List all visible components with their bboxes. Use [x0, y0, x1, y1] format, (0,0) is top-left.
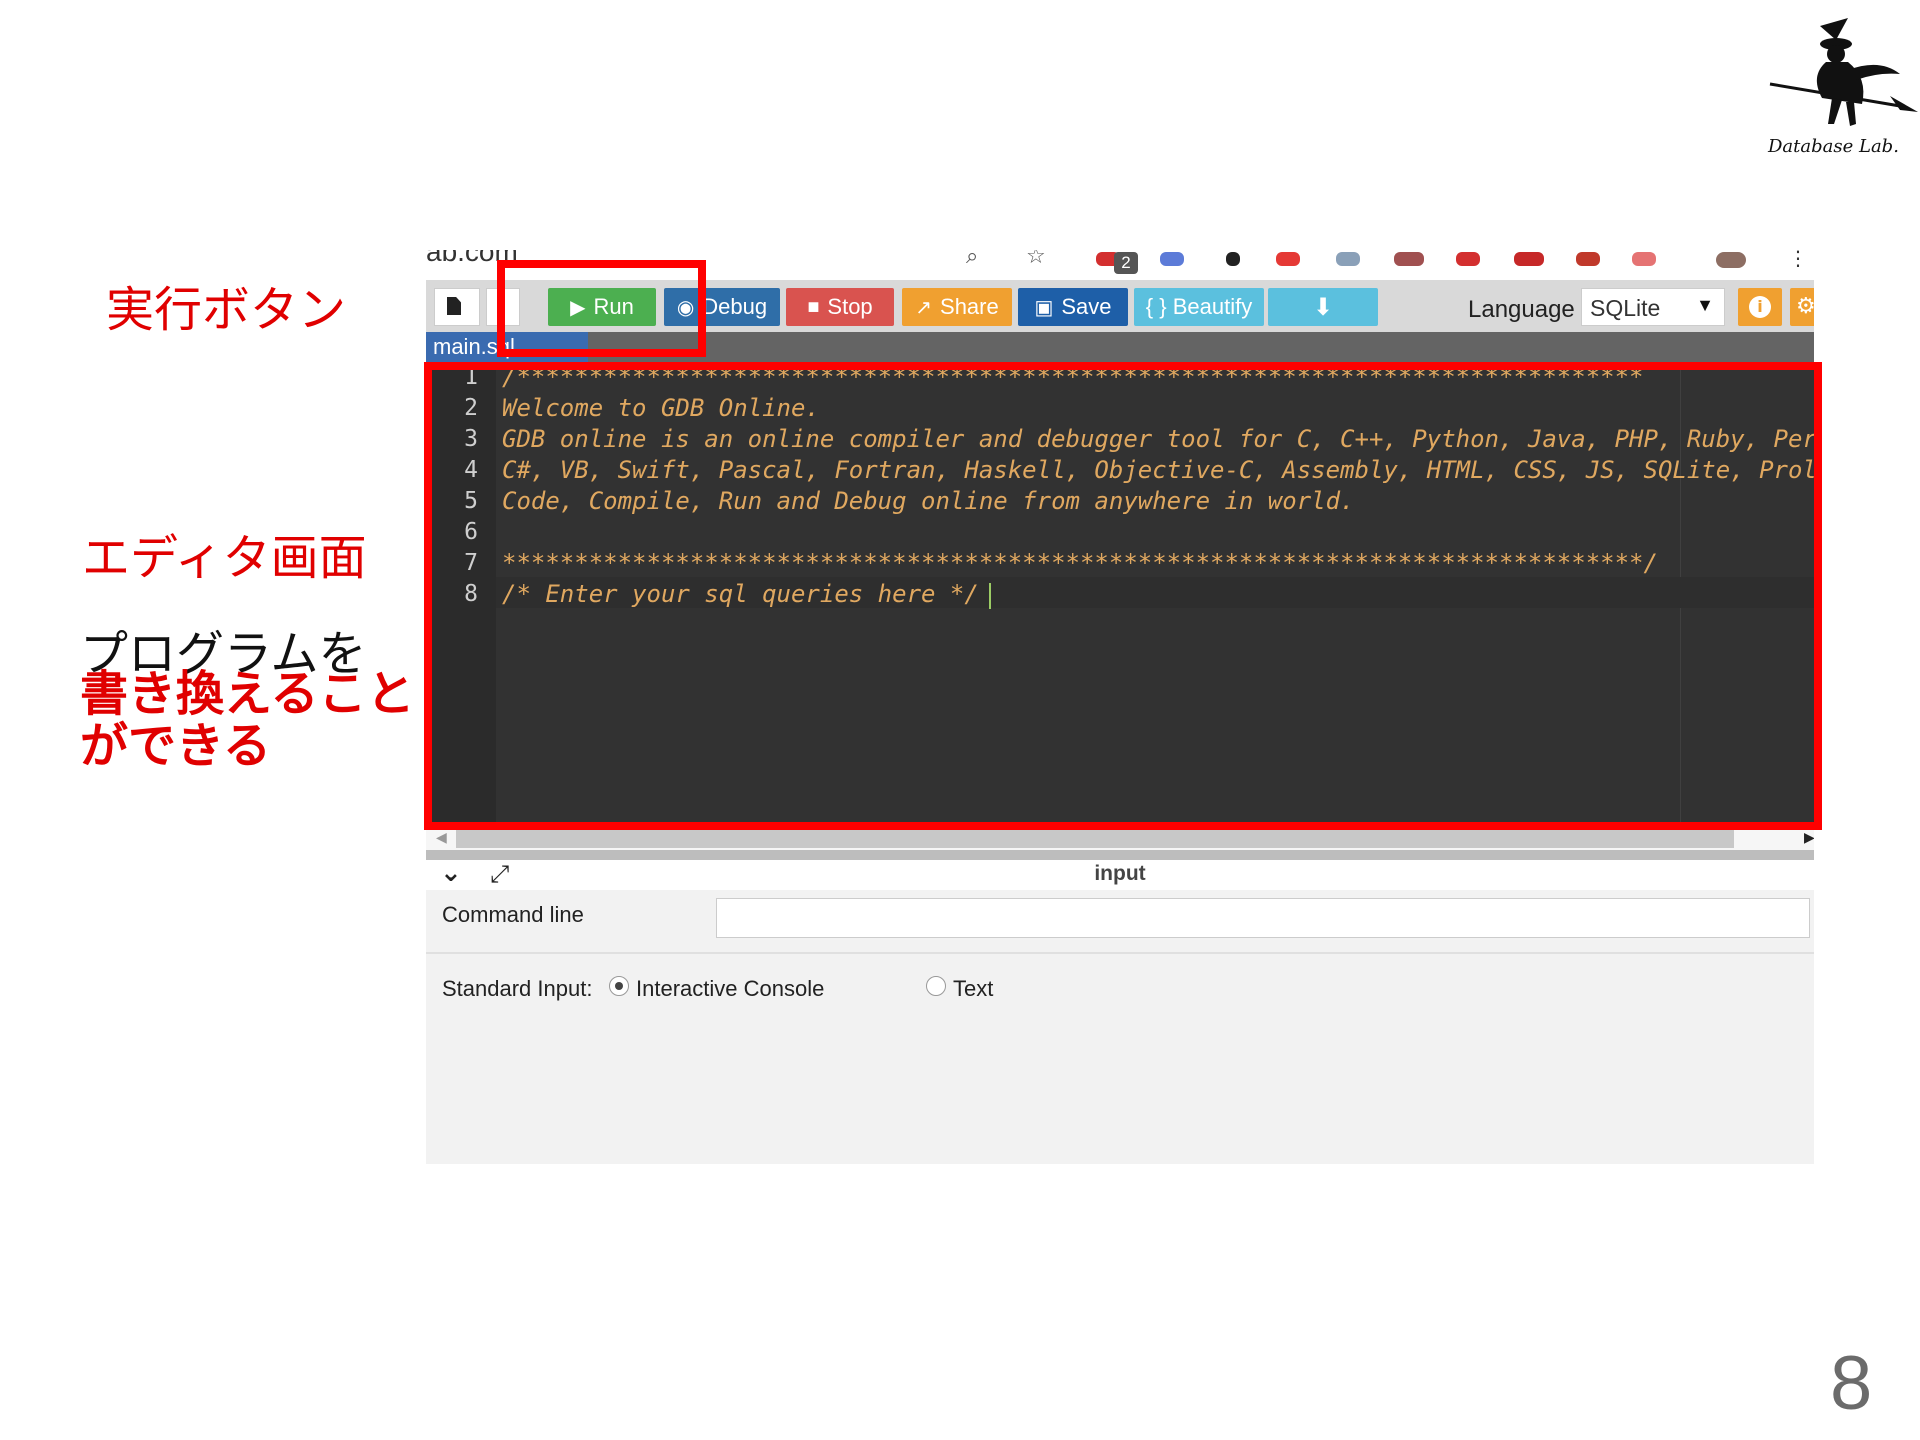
run-button-highlight	[497, 260, 706, 357]
input-panel-title: input	[1094, 862, 1146, 885]
database-lab-logo: Database Lab.	[1750, 14, 1920, 174]
standard-input-label: Standard Input:	[442, 976, 593, 1001]
command-line-row: Command line	[426, 890, 1814, 954]
scroll-right-icon[interactable]: ▶	[1804, 830, 1814, 846]
share-button[interactable]: ↗ Share	[902, 288, 1012, 326]
extension-icon[interactable]	[1160, 252, 1184, 266]
save-button[interactable]: ▣ Save	[1018, 288, 1128, 326]
dropdown-arrow-icon: ▼	[1696, 295, 1714, 315]
language-label: Language	[1468, 296, 1575, 323]
stop-button[interactable]: ■ Stop	[786, 288, 894, 326]
run-button-annotation: 実行ボタン	[106, 282, 347, 338]
extension-icon[interactable]	[1336, 252, 1360, 266]
menu-dots-icon[interactable]: ⋮	[1788, 250, 1808, 270]
extension-badge: 2	[1114, 252, 1138, 274]
extension-icon[interactable]	[1632, 252, 1656, 266]
download-icon: ⬇	[1312, 293, 1334, 321]
avatar[interactable]	[1716, 252, 1746, 268]
extension-icon[interactable]	[1276, 252, 1300, 266]
share-icon: ↗	[915, 296, 933, 319]
bookmark-star-icon[interactable]: ☆	[1026, 250, 1046, 269]
editor-annotation: エディタ画面	[82, 530, 367, 586]
page-number: 8	[1830, 1341, 1873, 1426]
extension-icon[interactable]	[1514, 252, 1544, 266]
settings-button[interactable]: ⚙	[1790, 288, 1814, 326]
standard-input-row: Standard Input: Interactive Console Text	[426, 954, 1814, 1164]
command-line-label: Command line	[442, 902, 584, 927]
input-panel-header: ⌄ ⤢ input	[426, 858, 1814, 890]
logo-text: Database Lab.	[1768, 136, 1899, 157]
interactive-console-radio[interactable]	[609, 976, 629, 996]
download-button[interactable]: ⬇	[1268, 288, 1378, 326]
beautify-button[interactable]: { } Beautify	[1134, 288, 1264, 326]
language-select[interactable]: SQLite ▼	[1581, 288, 1725, 326]
info-button[interactable]: i	[1738, 288, 1782, 326]
extension-icon[interactable]	[1226, 252, 1240, 266]
info-icon: i	[1749, 296, 1771, 318]
interactive-console-label: Interactive Console	[636, 976, 825, 1001]
witch-on-broom-icon	[1769, 18, 1918, 126]
editor-highlight	[424, 362, 1822, 830]
file-icon	[447, 297, 461, 315]
annotation-line-2: 書き換えること	[80, 666, 415, 722]
search-icon[interactable]: ⌕	[966, 250, 978, 269]
text-input-radio[interactable]	[926, 976, 946, 996]
extension-icon[interactable]	[1456, 252, 1480, 266]
extension-icon[interactable]	[1576, 252, 1600, 266]
text-input-label: Text	[953, 976, 994, 1001]
save-icon: ▣	[1034, 296, 1054, 319]
gear-icon: ⚙	[1796, 294, 1814, 319]
panel-divider[interactable]	[426, 850, 1814, 860]
new-file-button[interactable]	[434, 288, 480, 326]
scroll-left-icon[interactable]: ◀	[436, 830, 447, 846]
scrollbar-thumb[interactable]	[456, 828, 1734, 848]
annotation-line-3: ができる	[80, 718, 272, 774]
stop-icon: ■	[807, 295, 820, 318]
extension-icon[interactable]	[1394, 252, 1424, 266]
command-line-input[interactable]	[716, 898, 1810, 938]
